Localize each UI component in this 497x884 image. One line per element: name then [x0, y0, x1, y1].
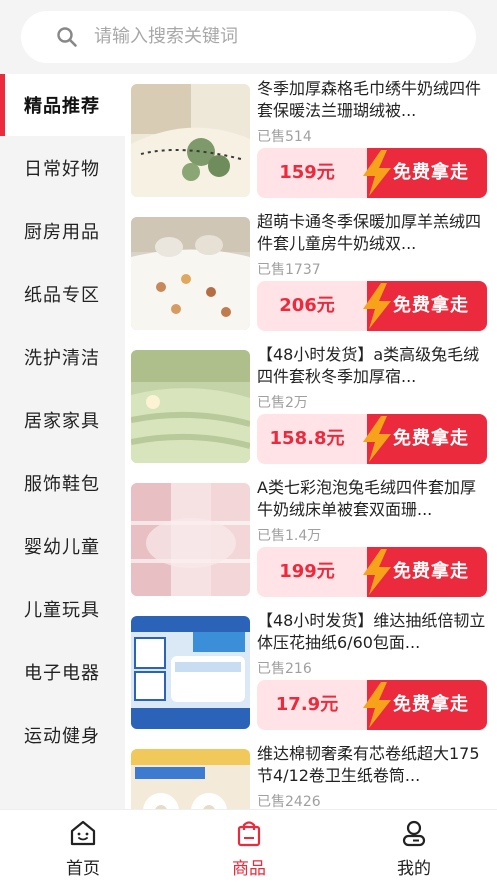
lightning-icon	[363, 549, 391, 595]
category-item-kitchen[interactable]: 厨房用品	[0, 200, 125, 262]
category-item-daily[interactable]: 日常好物	[0, 137, 125, 199]
product-card[interactable]: 维达棉韧奢柔有芯卷纸超大175节4/12卷卫生纸卷筒... 已售2426	[125, 739, 497, 809]
category-label: 运动健身	[24, 726, 100, 747]
cta-label: 免费拿走	[393, 561, 469, 582]
lightning-icon	[363, 283, 391, 329]
product-title: A类七彩泡泡兔毛绒四件套加厚牛奶绒床单被套双面珊...	[257, 478, 476, 519]
cta-label: 免费拿走	[393, 428, 469, 449]
product-title: 冬季加厚森格毛巾绣牛奶绒四件套保暖法兰珊瑚绒被...	[257, 79, 482, 120]
lightning-icon	[363, 150, 391, 196]
product-sold-count: 已售1.4万	[257, 528, 322, 544]
product-sold-count: 已售2426	[257, 794, 321, 809]
cta-label: 免费拿走	[393, 162, 469, 183]
category-label: 厨房用品	[24, 222, 100, 243]
category-label: 居家家具	[24, 411, 100, 432]
search-icon	[57, 27, 77, 47]
category-label: 日常好物	[24, 159, 100, 180]
search-placeholder: 请输入搜索关键词	[94, 26, 238, 47]
category-item-baby[interactable]: 婴幼儿童	[0, 515, 125, 577]
free-take-button[interactable]: 199元 免费拿走	[257, 547, 487, 597]
category-item-paper[interactable]: 纸品专区	[0, 263, 125, 325]
category-item-furniture[interactable]: 居家家具	[0, 389, 125, 451]
tab-goods[interactable]: 商品	[166, 810, 332, 884]
product-price: 17.9元	[275, 694, 339, 715]
home-icon	[70, 820, 96, 846]
product-card[interactable]: 【48小时发货】维达抽纸倍韧立体压花抽纸6/60包面... 已售216 17.9…	[125, 606, 497, 739]
cta-label: 免费拿走	[393, 694, 469, 715]
product-sold-count: 已售216	[257, 661, 312, 677]
category-label: 服饰鞋包	[24, 474, 100, 495]
category-label: 儿童玩具	[24, 600, 100, 621]
category-item-sports[interactable]: 运动健身	[0, 704, 125, 766]
lightning-icon	[363, 682, 391, 728]
product-price: 206元	[279, 295, 335, 316]
product-sold-count: 已售514	[257, 129, 312, 145]
product-card[interactable]: 冬季加厚森格毛巾绣牛奶绒四件套保暖法兰珊瑚绒被... 已售514 159元 免费…	[125, 74, 497, 207]
free-take-button[interactable]: 158.8元 免费拿走	[257, 414, 487, 464]
product-card[interactable]: A类七彩泡泡兔毛绒四件套加厚牛奶绒床单被套双面珊... 已售1.4万 199元 …	[125, 473, 497, 606]
category-label: 精品推荐	[24, 96, 100, 117]
free-take-button[interactable]: 17.9元 免费拿走	[257, 680, 487, 730]
free-take-button[interactable]: 159元 免费拿走	[257, 148, 487, 198]
category-label: 婴幼儿童	[24, 537, 100, 558]
category-sidebar: 精品推荐 日常好物 厨房用品 纸品专区 洗护清洁 居家家具 服饰鞋包 婴幼儿童 …	[0, 74, 125, 809]
product-image	[131, 84, 250, 197]
search-input[interactable]: 请输入搜索关键词	[21, 11, 476, 63]
free-take-button[interactable]: 206元 免费拿走	[257, 281, 487, 331]
product-price: 199元	[279, 561, 335, 582]
category-label: 洗护清洁	[24, 348, 100, 369]
user-icon	[402, 820, 426, 847]
category-item-cleaning[interactable]: 洗护清洁	[0, 326, 125, 388]
product-image	[131, 749, 250, 809]
category-label: 纸品专区	[24, 285, 100, 306]
product-card[interactable]: 超萌卡通冬季保暖加厚羊羔绒四件套儿童房牛奶绒双... 已售1737 206元 免…	[125, 207, 497, 340]
product-title: 维达棉韧奢柔有芯卷纸超大175节4/12卷卫生纸卷筒...	[257, 744, 480, 785]
category-item-featured[interactable]: 精品推荐	[0, 74, 125, 136]
tab-mine-label: 我的	[397, 859, 431, 879]
product-image	[131, 616, 250, 729]
tab-mine[interactable]: 我的	[331, 810, 497, 884]
product-sold-count: 已售2万	[257, 395, 308, 411]
product-image	[131, 483, 250, 596]
product-list: 冬季加厚森格毛巾绣牛奶绒四件套保暖法兰珊瑚绒被... 已售514 159元 免费…	[125, 74, 497, 809]
category-item-toys[interactable]: 儿童玩具	[0, 578, 125, 640]
lightning-icon	[363, 416, 391, 462]
tab-home-label: 首页	[66, 859, 100, 879]
product-price: 159元	[279, 162, 335, 183]
search-bar-area: 请输入搜索关键词	[0, 0, 497, 74]
category-label: 电子电器	[24, 663, 100, 684]
shopping-bag-icon	[237, 821, 261, 847]
product-title: 【48小时发货】维达抽纸倍韧立体压花抽纸6/60包面...	[257, 611, 486, 652]
tab-home[interactable]: 首页	[0, 810, 166, 884]
product-image	[131, 217, 250, 330]
product-price: 158.8元	[269, 428, 345, 449]
product-title: 超萌卡通冬季保暖加厚羊羔绒四件套儿童房牛奶绒双...	[257, 212, 482, 253]
product-image	[131, 350, 250, 463]
category-item-apparel[interactable]: 服饰鞋包	[0, 452, 125, 514]
cta-label: 免费拿走	[393, 295, 469, 316]
product-title: 【48小时发货】a类高级兔毛绒四件套秋冬季加厚宿...	[257, 345, 480, 386]
category-item-electronics[interactable]: 电子电器	[0, 641, 125, 703]
tab-goods-label: 商品	[232, 859, 266, 879]
bottom-tab-bar: 首页 商品 我的	[0, 809, 497, 883]
product-card[interactable]: 【48小时发货】a类高级兔毛绒四件套秋冬季加厚宿... 已售2万 158.8元 …	[125, 340, 497, 473]
product-sold-count: 已售1737	[257, 262, 321, 278]
